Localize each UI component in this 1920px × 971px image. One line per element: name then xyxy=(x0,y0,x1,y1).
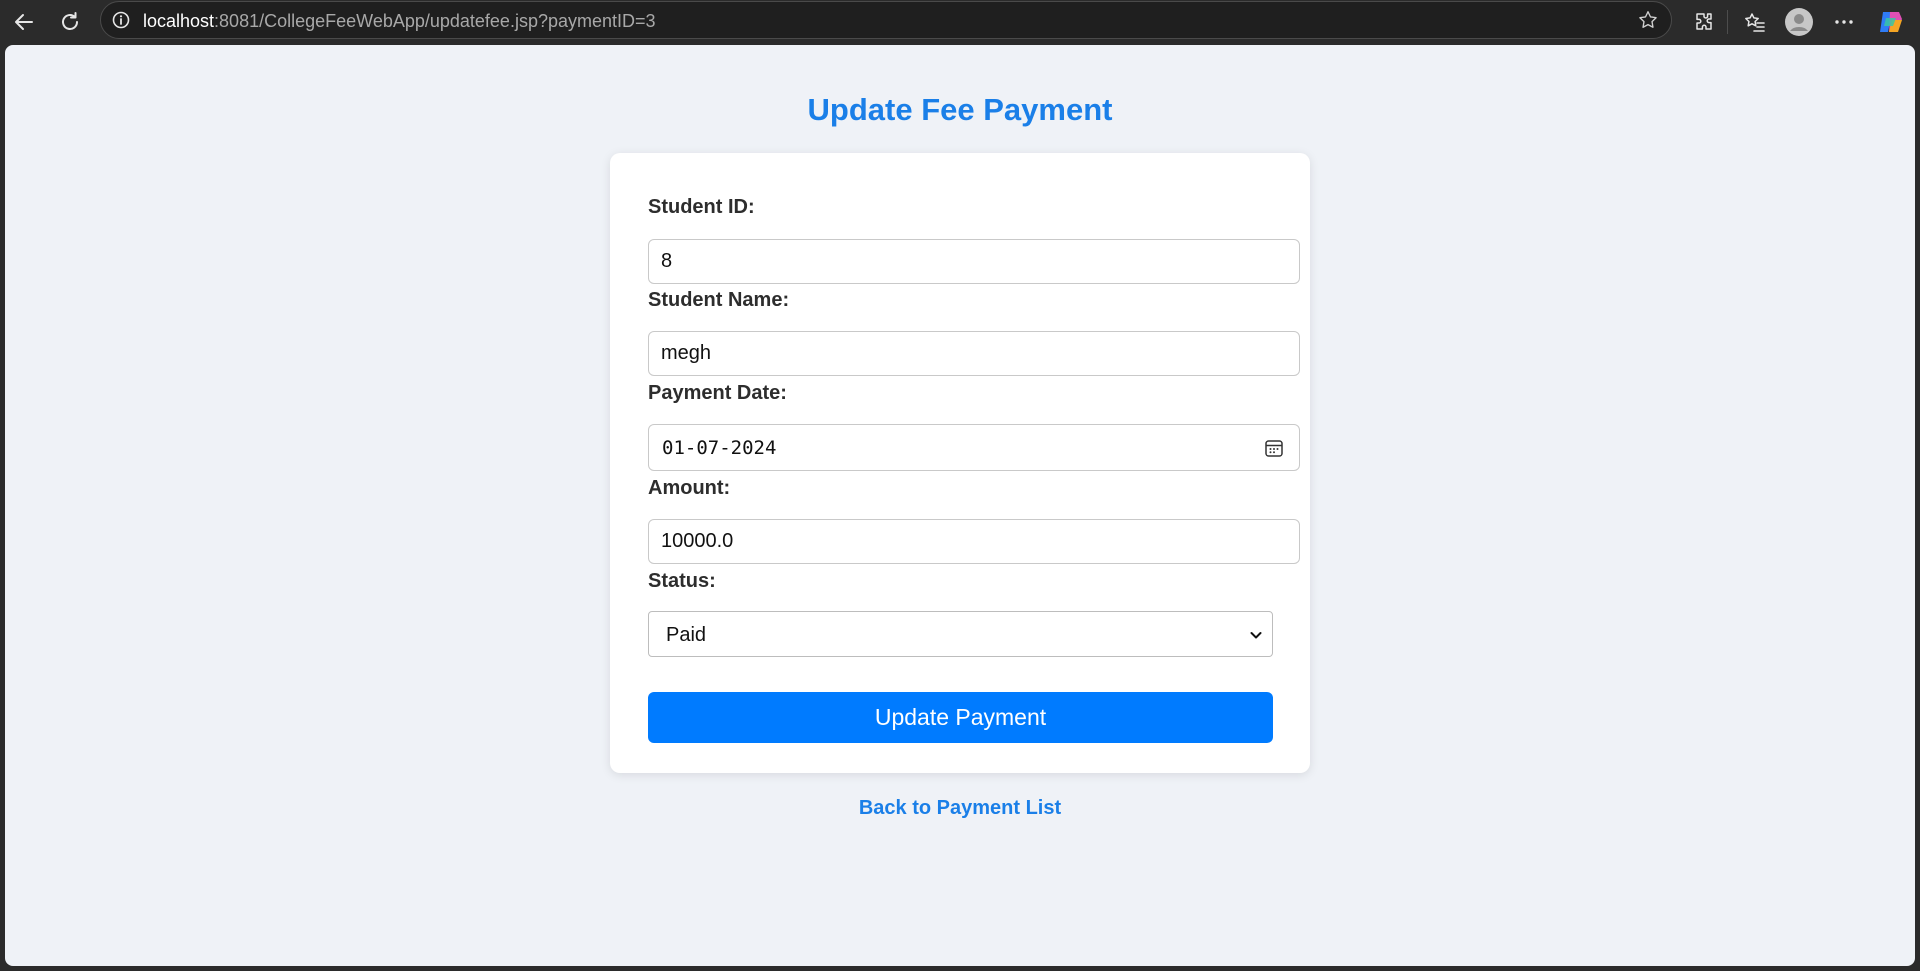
more-options-icon[interactable] xyxy=(1826,4,1862,40)
back-to-payment-list-link[interactable]: Back to Payment List xyxy=(5,796,1915,820)
site-info-icon[interactable] xyxy=(111,10,131,30)
favorite-star-icon[interactable] xyxy=(1637,9,1659,31)
chevron-down-icon xyxy=(1248,627,1264,643)
payment-date-value: 01-07-2024 xyxy=(662,437,777,459)
status-label: Status: xyxy=(648,570,716,592)
url-text[interactable]: localhost:8081/CollegeFeeWebApp/updatefe… xyxy=(143,11,656,31)
amount-label: Amount: xyxy=(648,477,731,499)
update-payment-button[interactable]: Update Payment xyxy=(648,692,1273,743)
profile-avatar-icon[interactable] xyxy=(1781,4,1817,40)
status-selected-value: Paid xyxy=(666,624,707,646)
calendar-icon[interactable] xyxy=(1263,437,1285,459)
url-host: localhost xyxy=(143,11,215,31)
url-path: :8081/CollegeFeeWebApp/updatefee.jsp?pay… xyxy=(214,11,656,31)
address-bar[interactable]: localhost:8081/CollegeFeeWebApp/updatefe… xyxy=(100,1,1672,39)
favorites-icon[interactable] xyxy=(1737,4,1773,40)
back-arrow-icon[interactable] xyxy=(6,4,42,40)
toolbar-divider xyxy=(1727,10,1728,34)
payment-date-input[interactable]: 01-07-2024 xyxy=(648,424,1300,471)
update-payment-form: Student ID: 8 Student Name: megh Payment… xyxy=(610,153,1310,773)
browser-toolbar: localhost:8081/CollegeFeeWebApp/updatefe… xyxy=(0,0,1920,44)
status-select[interactable]: Paid xyxy=(648,611,1273,657)
page-viewport: Update Fee Payment Student ID: 8 Student… xyxy=(5,45,1915,966)
page-title: Update Fee Payment xyxy=(807,92,1113,127)
student-name-label: Student Name: xyxy=(648,289,790,311)
reload-icon[interactable] xyxy=(52,4,88,40)
amount-input[interactable]: 10000.0 xyxy=(648,519,1300,564)
student-name-input[interactable]: megh xyxy=(648,331,1300,376)
student-id-label: Student ID: xyxy=(648,196,755,218)
copilot-icon[interactable] xyxy=(1873,4,1909,40)
student-id-input[interactable]: 8 xyxy=(648,239,1300,284)
payment-date-label: Payment Date: xyxy=(648,382,787,404)
extensions-icon[interactable] xyxy=(1686,4,1722,40)
